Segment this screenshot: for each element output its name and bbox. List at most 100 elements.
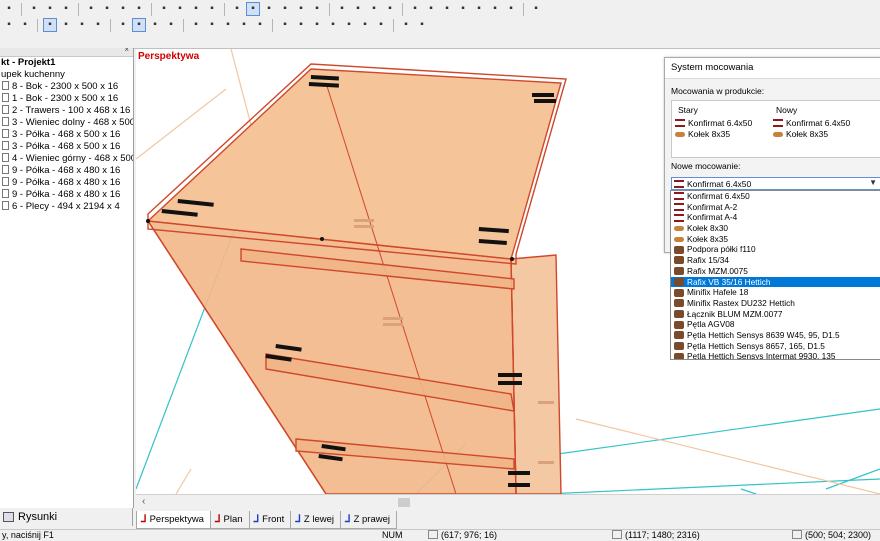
box-icon[interactable]: ▪ xyxy=(488,2,502,16)
cube-shade-icon[interactable]: ▪ xyxy=(43,18,57,32)
view-iso-icon[interactable]: ▪ xyxy=(374,18,388,32)
dropdown-option[interactable]: Kołek 8x30 xyxy=(671,223,880,234)
view-front-icon[interactable]: ▪ xyxy=(294,18,308,32)
dropdown-option[interactable]: Konfirmat A-2 xyxy=(671,202,880,213)
view-icon[interactable]: ▪ xyxy=(2,2,16,16)
tab-perspektywa[interactable]: ⅃ Perspektywa xyxy=(136,511,211,529)
view-left-icon[interactable]: ▪ xyxy=(326,18,340,32)
tab-plan[interactable]: ⅃ Plan xyxy=(209,511,250,529)
cube-icon[interactable]: ▪ xyxy=(246,2,260,16)
tree-item[interactable]: 3 - Wieniec dolny - 468 x 500 x 16 xyxy=(0,117,133,129)
rysunki-tab[interactable]: Rysunki xyxy=(0,508,133,526)
prod-row-2-new[interactable]: Kołek 8x35 xyxy=(773,129,828,139)
tab-front[interactable]: ⅃ Front xyxy=(248,511,292,529)
redo-icon[interactable]: ▪ xyxy=(59,2,73,16)
dropdown-option[interactable]: Minifix Hafele 18 xyxy=(671,287,880,298)
dropdown-option[interactable]: Łącznik BLUM MZM.0077 xyxy=(671,309,880,320)
tree-item[interactable]: 3 - Półka - 468 x 500 x 16 xyxy=(0,141,133,153)
dropdown-option[interactable]: Kołek 8x35 xyxy=(671,234,880,245)
dim3-icon[interactable]: ▪ xyxy=(164,18,178,32)
green-arrow-icon[interactable]: ▪ xyxy=(383,2,397,16)
view-right-icon[interactable]: ▪ xyxy=(342,18,356,32)
layer-icon[interactable]: ▪ xyxy=(278,18,292,32)
table-icon[interactable]: ▪ xyxy=(367,2,381,16)
dropdown-option[interactable]: Konfirmat 6.4x50 xyxy=(671,191,880,202)
delete-icon[interactable]: ▪ xyxy=(157,2,171,16)
viewport-hscroll[interactable]: ‹ xyxy=(136,494,880,509)
move-icon[interactable]: ▪ xyxy=(230,2,244,16)
scroll-left-icon[interactable]: ‹ xyxy=(142,496,145,507)
cube-hidden-icon[interactable]: ▪ xyxy=(18,18,32,32)
tree-item[interactable]: 2 - Trawers - 100 x 468 x 16 xyxy=(0,105,133,117)
report-icon[interactable]: ▪ xyxy=(189,2,203,16)
tree-item[interactable]: 9 - Półka - 468 x 480 x 16 xyxy=(0,177,133,189)
new-mount-combobox[interactable]: Konfirmat 6.4x50 ▼ xyxy=(671,177,880,190)
select-icon[interactable]: ▪ xyxy=(335,2,349,16)
tree-item[interactable]: 6 - Plecy - 494 x 2194 x 4 xyxy=(0,201,133,213)
tree-item[interactable]: 3 - Półka - 468 x 500 x 16 xyxy=(0,129,133,141)
cabinet-model[interactable] xyxy=(146,63,567,494)
tree-item[interactable]: 1 - Bok - 2300 x 500 x 16 xyxy=(0,93,133,105)
tab-z-lewej[interactable]: ⅃ Z lewej xyxy=(290,511,341,529)
align-icon[interactable]: ▪ xyxy=(189,18,203,32)
panel-close-icon[interactable]: × xyxy=(124,48,129,54)
grid-icon[interactable]: ▪ xyxy=(205,2,219,16)
cabinet2-icon[interactable]: ▪ xyxy=(91,18,105,32)
tab-z-prawej[interactable]: ⅃ Z prawej xyxy=(340,511,398,529)
undo-icon[interactable]: ▪ xyxy=(43,2,57,16)
dim-icon[interactable]: ▪ xyxy=(132,18,146,32)
tree-root[interactable]: kt - Projekt1 xyxy=(0,57,133,69)
cabinet3-icon[interactable]: ▪ xyxy=(116,18,130,32)
dropdown-option[interactable]: Pętla Hettich Sensys 8657, 165, D1.5 xyxy=(671,341,880,352)
box2-icon[interactable]: ▪ xyxy=(504,2,518,16)
zoom2-icon[interactable]: ▪ xyxy=(415,18,429,32)
dropdown-option[interactable]: Pętla Hettich Sensys Intermat 9930, 135 xyxy=(671,351,880,359)
window-icon[interactable]: ▪ xyxy=(472,2,486,16)
production-mounts-list[interactable]: Stary Nowy Konfirmat 6.4x50 Konfirmat 6.… xyxy=(671,100,880,158)
frame4-icon[interactable]: ▪ xyxy=(456,2,470,16)
dropdown-option[interactable]: Rafix MZM.0075 xyxy=(671,266,880,277)
tool-icon[interactable]: ▪ xyxy=(351,2,365,16)
dim2-icon[interactable]: ▪ xyxy=(148,18,162,32)
tree-item[interactable]: 4 - Wieniec górny - 468 x 500 x 16 xyxy=(0,153,133,165)
align4-icon[interactable]: ▪ xyxy=(237,18,251,32)
dropdown-option[interactable]: Minifix Rastex DU232 Hettich xyxy=(671,298,880,309)
copy-icon[interactable]: ▪ xyxy=(132,2,146,16)
dropdown-option[interactable]: Pętla Hettich Sensys 8639 W45, 95, D1.5 xyxy=(671,330,880,341)
tree-group[interactable]: upek kuchenny xyxy=(0,69,133,81)
prod-row-2-old[interactable]: Kołek 8x35 xyxy=(675,129,730,139)
render-icon[interactable]: ▪ xyxy=(294,2,308,16)
cube-color-icon[interactable]: ▪ xyxy=(59,18,73,32)
sphere-icon[interactable]: ▪ xyxy=(310,2,324,16)
dropdown-option[interactable]: Rafix 15/34 xyxy=(671,255,880,266)
red-arrow-icon[interactable]: ▪ xyxy=(100,2,114,16)
frame3-icon[interactable]: ▪ xyxy=(440,2,454,16)
paint-icon[interactable]: ▪ xyxy=(278,2,292,16)
dropdown-option[interactable]: Pętla AGV08 xyxy=(671,319,880,330)
save-icon[interactable]: ▪ xyxy=(84,2,98,16)
view-top-icon[interactable]: ▪ xyxy=(310,18,324,32)
hscroll-thumb[interactable] xyxy=(398,498,410,507)
dropdown-option[interactable]: Rafix VB 35/16 Hettich xyxy=(671,276,880,288)
sigma-icon[interactable]: ▪ xyxy=(173,2,187,16)
chevron-down-icon[interactable]: ▼ xyxy=(869,178,877,187)
dropdown-option[interactable]: Konfirmat A-4 xyxy=(671,212,880,223)
frame2-icon[interactable]: ▪ xyxy=(424,2,438,16)
cube-solid-icon[interactable]: ▪ xyxy=(262,2,276,16)
cabinet-icon[interactable]: ▪ xyxy=(75,18,89,32)
zoom-icon[interactable]: ▪ xyxy=(399,18,413,32)
prod-row-1-new[interactable]: Konfirmat 6.4x50 xyxy=(773,118,850,128)
frame-icon[interactable]: ▪ xyxy=(408,2,422,16)
dropdown-option[interactable]: Podpora półki f110 xyxy=(671,244,880,255)
align3-icon[interactable]: ▪ xyxy=(221,18,235,32)
tree-item[interactable]: 9 - Półka - 468 x 480 x 16 xyxy=(0,165,133,177)
cube-wire-icon[interactable]: ▪ xyxy=(2,18,16,32)
view-back-icon[interactable]: ▪ xyxy=(358,18,372,32)
tree-item[interactable]: 8 - Bok - 2300 x 500 x 16 xyxy=(0,81,133,93)
close-icon[interactable]: ▪ xyxy=(529,2,543,16)
tree-item[interactable]: 9 - Półka - 468 x 480 x 16 xyxy=(0,189,133,201)
new-mount-dropdown-list[interactable]: Konfirmat 6.4x50 Konfirmat A-2 Konfirmat A… xyxy=(670,190,880,360)
pin-icon[interactable]: ▪ xyxy=(116,2,130,16)
new-icon[interactable]: ▪ xyxy=(27,2,41,16)
align2-icon[interactable]: ▪ xyxy=(205,18,219,32)
